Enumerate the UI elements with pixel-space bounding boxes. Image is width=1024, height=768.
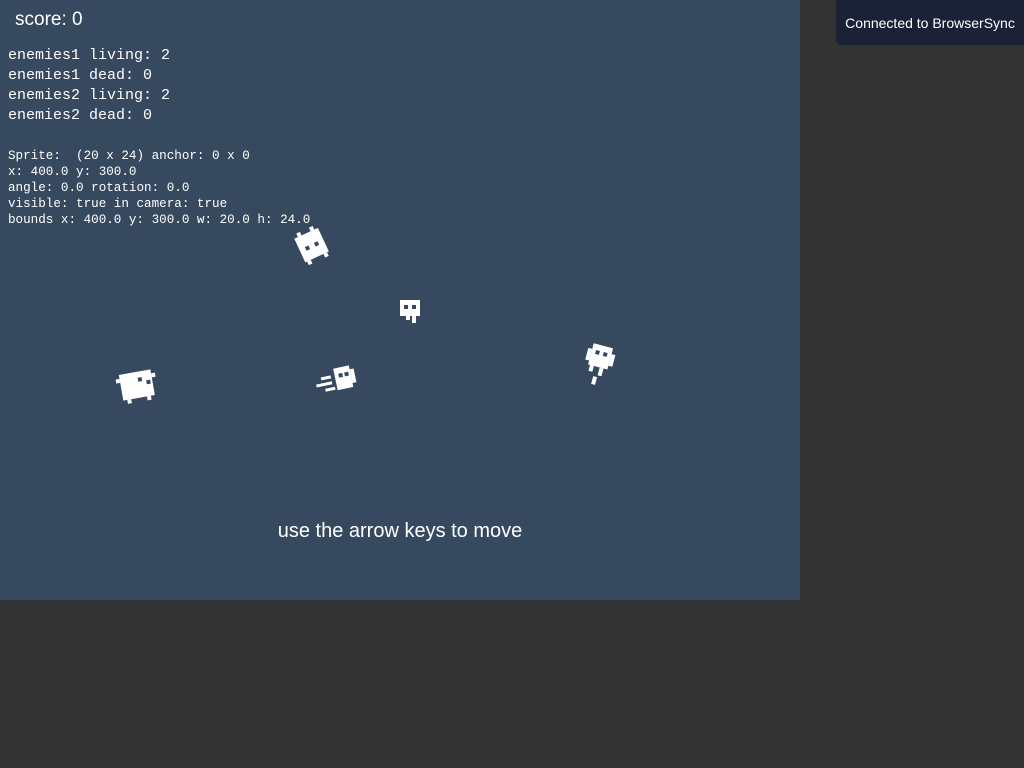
notification-text: Connected to BrowserSync <box>845 14 1015 31</box>
controls-hint: use the arrow keys to move <box>277 520 523 542</box>
enemies2-dead-text: enemies2 dead: 0 <box>8 107 153 124</box>
enemies1-living-text: enemies1 living: 2 <box>8 47 171 64</box>
enemy1-sprite <box>114 365 160 407</box>
debug-line-sprite: Sprite: (20 x 24) anchor: 0 x 0 <box>8 149 250 163</box>
debug-line-bounds: bounds x: 400.0 y: 300.0 w: 20.0 h: 24.0 <box>8 213 311 227</box>
enemy2-sprite <box>313 362 363 402</box>
player-sprite <box>400 300 420 324</box>
game-canvas[interactable]: score: 0 enemies1 living: 2 enemies1 dead… <box>0 0 800 600</box>
enemy1-sprite <box>289 223 335 270</box>
browsersync-notification: Connected to BrowserSync <box>836 0 1024 45</box>
score-text: score: 0 <box>15 9 83 30</box>
enemies2-living-text: enemies2 living: 2 <box>8 87 171 104</box>
enemies1-dead-text: enemies1 dead: 0 <box>8 67 153 84</box>
sprite-debug-info: Sprite: (20 x 24) anchor: 0 x 0 x: 400.0 … <box>8 148 310 228</box>
enemy-counters: enemies1 living: 2 enemies1 dead: 0 enemie… <box>8 46 170 126</box>
debug-line-position: x: 400.0 y: 300.0 <box>8 165 137 179</box>
enemy2-sprite <box>577 342 619 391</box>
debug-line-angle: angle: 0.0 rotation: 0.0 <box>8 181 190 195</box>
debug-line-visibility: visible: true in camera: true <box>8 197 228 211</box>
